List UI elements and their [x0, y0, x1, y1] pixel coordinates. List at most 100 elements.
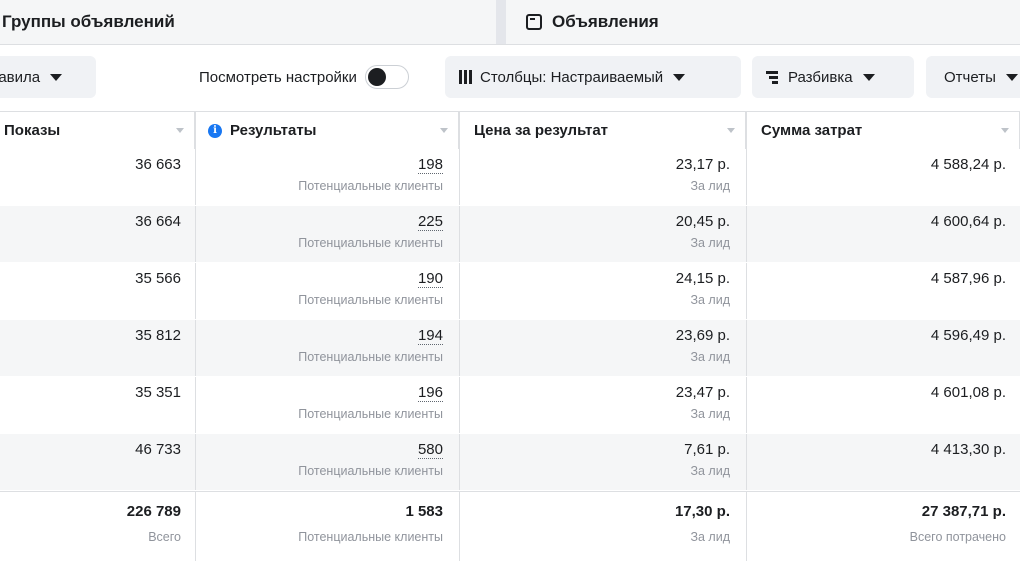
cell-cost-per-result: 23,69 р. За лид	[459, 320, 746, 376]
impressions-value: 35 812	[135, 327, 181, 344]
reports-button[interactable]: Отчеты	[926, 56, 1020, 98]
results-type: Потенциальные клиенты	[298, 464, 443, 478]
cost-value: 23,47 р.	[675, 384, 730, 401]
sort-arrow-icon[interactable]	[727, 128, 735, 133]
cell-results: 580 Потенциальные клиенты	[195, 434, 459, 490]
total-cost-per-result: 17,30 р. За лид	[459, 492, 746, 561]
total-impressions-value: 226 789	[126, 503, 181, 520]
tab-ads-label: Объявления	[552, 12, 659, 31]
cell-cost-per-result: 23,47 р. За лид	[459, 377, 746, 433]
column-header-cost-per-result[interactable]: Цена за результат	[459, 112, 746, 149]
results-value[interactable]: 225	[417, 213, 443, 231]
cell-cost-per-result: 24,15 р. За лид	[459, 263, 746, 319]
breakdown-button[interactable]: Разбивка	[752, 56, 914, 98]
cost-value: 24,15 р.	[675, 270, 730, 287]
reports-button-label: Отчеты	[944, 68, 996, 86]
caret-down-icon	[862, 73, 875, 81]
spent-value: 4 596,49 р.	[930, 327, 1006, 344]
cell-amount-spent: 4 588,24 р.	[746, 149, 1020, 205]
cell-amount-spent: 4 596,49 р.	[746, 320, 1020, 376]
results-type: Потенциальные клиенты	[298, 179, 443, 193]
column-header-label: Сумма затрат	[761, 122, 863, 139]
rules-button[interactable]: равила	[0, 56, 96, 98]
impressions-value: 36 664	[135, 213, 181, 230]
results-value[interactable]: 194	[417, 327, 443, 345]
rules-button-label: равила	[0, 68, 41, 86]
breakdown-icon	[766, 70, 778, 84]
column-header-amount-spent[interactable]: Сумма затрат	[746, 112, 1020, 149]
impressions-value: 35 566	[135, 270, 181, 287]
table-row[interactable]: 35 812 194 Потенциальные клиенты 23,69 р.…	[0, 320, 1020, 376]
results-type: Потенциальные клиенты	[298, 407, 443, 421]
table-row[interactable]: 35 566 190 Потенциальные клиенты 24,15 р.…	[0, 263, 1020, 319]
tab-ad-sets-label: Группы объявлений	[2, 12, 175, 31]
info-icon[interactable]: i	[208, 123, 222, 138]
results-value[interactable]: 198	[417, 156, 443, 174]
table-header: Показы i Результаты Цена за результат Су…	[0, 112, 1020, 150]
total-results: 1 583 Потенциальные клиенты	[195, 492, 459, 561]
spent-value: 4 601,08 р.	[930, 384, 1006, 401]
spent-value: 4 588,24 р.	[930, 156, 1006, 173]
results-type: Потенциальные клиенты	[298, 293, 443, 307]
column-header-label: Результаты	[230, 122, 317, 139]
cell-amount-spent: 4 413,30 р.	[746, 434, 1020, 490]
sort-arrow-icon[interactable]	[176, 128, 184, 133]
results-type: Потенциальные клиенты	[298, 236, 443, 250]
total-cost-value: 17,30 р.	[674, 503, 730, 520]
columns-button-label: Столбцы: Настраиваемый	[480, 68, 664, 86]
sort-arrow-icon[interactable]	[1001, 128, 1009, 133]
results-table: Показы i Результаты Цена за результат Су…	[0, 112, 1020, 561]
cost-unit: За лид	[690, 464, 730, 478]
tab-ads[interactable]: Объявления	[506, 0, 1020, 44]
cost-unit: За лид	[690, 350, 730, 364]
cost-value: 23,69 р.	[675, 327, 730, 344]
results-value[interactable]: 196	[417, 384, 443, 402]
sort-arrow-icon[interactable]	[440, 128, 448, 133]
spent-value: 4 413,30 р.	[930, 441, 1006, 458]
breakdown-button-label: Разбивка	[788, 68, 853, 86]
columns-icon	[459, 70, 472, 84]
cost-unit: За лид	[690, 293, 730, 307]
toolbar: равила Посмотреть настройки Столбцы: Нас…	[0, 44, 1020, 112]
cell-impressions: 46 733	[0, 434, 195, 490]
column-header-label: Показы	[4, 122, 61, 139]
results-value[interactable]: 190	[417, 270, 443, 288]
view-settings: Посмотреть настройки	[199, 56, 409, 98]
table-row[interactable]: 46 733 580 Потенциальные клиенты 7,61 р. З…	[0, 434, 1020, 490]
columns-button[interactable]: Столбцы: Настраиваемый	[445, 56, 741, 98]
table-row[interactable]: 35 351 196 Потенциальные клиенты 23,47 р.…	[0, 377, 1020, 433]
caret-down-icon	[50, 73, 63, 81]
cell-impressions: 35 566	[0, 263, 195, 319]
cell-results: 196 Потенциальные клиенты	[195, 377, 459, 433]
cell-impressions: 35 812	[0, 320, 195, 376]
total-amount-spent: 27 387,71 р. Всего потрачено	[746, 492, 1020, 561]
tab-divider	[496, 0, 506, 44]
cell-results: 225 Потенциальные клиенты	[195, 206, 459, 262]
tab-ad-sets[interactable]: Группы объявлений	[0, 0, 498, 44]
results-value[interactable]: 580	[417, 441, 443, 459]
impressions-value: 35 351	[135, 384, 181, 401]
cell-cost-per-result: 20,45 р. За лид	[459, 206, 746, 262]
cell-impressions: 36 664	[0, 206, 195, 262]
cell-results: 190 Потенциальные клиенты	[195, 263, 459, 319]
spent-value: 4 587,96 р.	[930, 270, 1006, 287]
table-row[interactable]: 36 664 225 Потенциальные клиенты 20,45 р.…	[0, 206, 1020, 262]
caret-down-icon	[1005, 73, 1018, 81]
total-spent-label: Всего потрачено	[909, 530, 1006, 544]
cost-unit: За лид	[690, 407, 730, 421]
cell-cost-per-result: 23,17 р. За лид	[459, 149, 746, 205]
column-header-results[interactable]: i Результаты	[195, 112, 459, 149]
view-settings-toggle[interactable]	[364, 65, 409, 89]
toggle-knob	[367, 68, 386, 86]
cell-amount-spent: 4 587,96 р.	[746, 263, 1020, 319]
column-header-impressions[interactable]: Показы	[0, 112, 195, 149]
view-settings-label: Посмотреть настройки	[199, 68, 357, 86]
table-row[interactable]: 36 663 198 Потенциальные клиенты 23,17 р.…	[0, 149, 1020, 205]
tab-strip: Группы объявлений Объявления	[0, 0, 1020, 44]
impressions-value: 36 663	[135, 156, 181, 173]
ad-window-icon	[526, 14, 542, 30]
total-results-value: 1 583	[405, 503, 443, 520]
totals-row: 226 789 Всего 1 583 Потенциальные клиенты …	[0, 491, 1020, 561]
total-results-label: Потенциальные клиенты	[298, 530, 443, 544]
results-type: Потенциальные клиенты	[298, 350, 443, 364]
